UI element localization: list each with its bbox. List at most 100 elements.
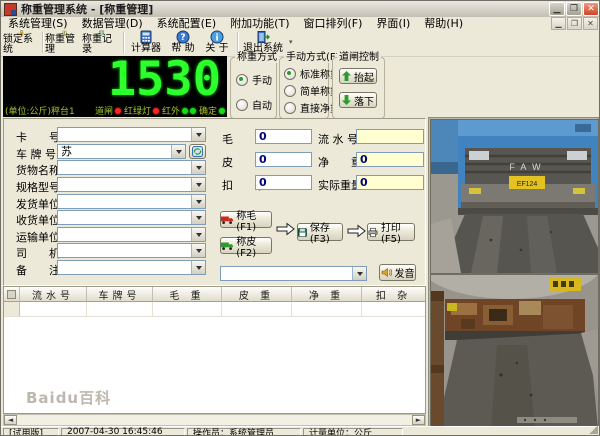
svg-text:?: ? (180, 33, 185, 43)
plate-lookup-button[interactable] (189, 144, 206, 159)
selector-icon (7, 289, 16, 299)
actual-weight-field: 0 (356, 175, 424, 190)
toolbar-overflow-icon[interactable]: ▾ (289, 38, 293, 46)
camera-view-rear (430, 274, 599, 430)
menu-data[interactable]: 数据管理(D) (75, 17, 150, 30)
remark-combobox[interactable] (57, 260, 206, 275)
weigh-tare-button[interactable]: 称皮(F2) (220, 237, 272, 259)
calculator-icon (140, 30, 152, 44)
status-edition: [试用版] (3, 428, 59, 435)
weigh-mode-group-title: 称重方式 (235, 52, 279, 63)
radio-simple-icon (284, 84, 296, 97)
col-serial-no[interactable]: 流水号 (20, 287, 87, 302)
status-unit: 计量单位：公斤 (303, 428, 403, 435)
horizontal-scrollbar[interactable]: ◄ ► (3, 414, 426, 426)
weigh-manage-button[interactable]: 称重管理 (45, 30, 83, 55)
print-button[interactable]: 打印(F5) (367, 223, 415, 245)
app-window: 称重管理系统 - [称重管理] ▁ ❐ ✕ 系统管理(S) 数据管理(D) 系统… (0, 0, 600, 436)
red-truck-icon (221, 216, 234, 224)
restore-button[interactable]: ❐ (566, 2, 582, 16)
col-gross[interactable]: 毛 重 (153, 287, 222, 302)
gross-weight-input[interactable]: 0 (255, 129, 312, 144)
shipper-combobox[interactable] (57, 194, 206, 209)
spec-model-label: 规格型号 (16, 181, 60, 194)
chevron-down-icon[interactable] (352, 267, 366, 280)
col-net[interactable]: 净 重 (292, 287, 362, 302)
minimize-button[interactable]: ▁ (549, 2, 565, 16)
lock-system-button[interactable]: 锁定系统 (3, 30, 40, 55)
transporter-combobox[interactable] (57, 227, 206, 242)
speak-button[interactable]: 发音 (379, 264, 416, 281)
status-operator: 操作员：系统管理员 (187, 428, 301, 435)
weigh-gross-button[interactable]: 称毛(F1) (220, 211, 272, 233)
mdi-minimize-button[interactable]: ▁ (551, 17, 566, 30)
weigh-form-panel: 卡 号 车 牌 号 苏 货物名称 规格型号 发货单位 收货单位 运输单位 司 机… (3, 118, 426, 286)
chevron-down-icon[interactable] (191, 261, 205, 274)
chevron-down-icon[interactable] (191, 211, 205, 224)
gate-lower-button[interactable]: 落下 (339, 92, 377, 108)
menu-addons[interactable]: 附加功能(T) (223, 17, 296, 30)
voice-text-combobox[interactable] (220, 266, 367, 281)
spec-model-combobox[interactable] (57, 177, 206, 192)
scroll-left-button[interactable]: ◄ (4, 415, 17, 425)
front-truck-photo: FAW EF124 (431, 120, 598, 273)
transporter-label: 运输单位 (16, 231, 60, 244)
plate-no-combobox[interactable]: 苏 (57, 144, 186, 159)
toolbar-separator (123, 32, 125, 53)
camera-panel: FAW EF124 (428, 117, 599, 430)
scroll-right-button[interactable]: ► (412, 415, 425, 425)
serial-no-field (356, 129, 424, 144)
menu-interface[interactable]: 界面(I) (369, 17, 417, 30)
radio-direct-icon (284, 101, 296, 114)
flow-arrow-icon (347, 224, 366, 238)
driver-combobox[interactable] (57, 243, 206, 258)
infrared-status-dot-2 (189, 107, 196, 114)
indicator-gate: 道闸 (95, 104, 121, 117)
col-tare[interactable]: 皮 重 (222, 287, 292, 302)
resize-grip[interactable] (589, 425, 598, 434)
deduction-input[interactable]: 0 (255, 175, 312, 190)
help-icon: ? (176, 30, 190, 44)
window-title: 称重管理系统 - [称重管理] (21, 3, 154, 16)
speaker-icon (381, 267, 392, 278)
radio-manual[interactable]: 手动 (236, 72, 272, 87)
col-plate-no[interactable]: 车牌号 (87, 287, 153, 302)
save-button[interactable]: 保存(F3) (297, 223, 343, 245)
receiver-combobox[interactable] (57, 210, 206, 225)
radio-manual-icon (236, 73, 248, 86)
chevron-down-icon[interactable] (191, 161, 205, 174)
chevron-down-icon[interactable] (191, 195, 205, 208)
mdi-restore-button[interactable]: ❐ (567, 17, 582, 30)
status-bar: [试用版] 2007-04-30 16:45:46 操作员：系统管理员 计量单位… (1, 426, 599, 435)
remark-label: 备 注 (16, 264, 60, 277)
led-unit-label: (单位:公斤)秤台1 (5, 107, 75, 117)
table-row[interactable] (4, 302, 425, 317)
close-button[interactable]: ✕ (583, 2, 599, 16)
col-deduction[interactable]: 扣 杂 (362, 287, 425, 302)
printer-icon (368, 227, 378, 237)
arrow-down-icon (342, 95, 351, 105)
menu-bar: 系统管理(S) 数据管理(D) 系统配置(E) 附加功能(T) 窗口排列(F) … (1, 17, 599, 30)
menu-config[interactable]: 系统配置(E) (150, 17, 224, 30)
card-no-combobox[interactable] (57, 127, 206, 142)
menu-help[interactable]: 帮助(H) (417, 17, 470, 30)
cargo-name-combobox[interactable] (57, 160, 206, 175)
chevron-down-icon[interactable] (191, 228, 205, 241)
radio-standard-icon (284, 67, 296, 80)
exit-icon (257, 31, 270, 43)
led-status-strip: (单位:公斤)秤台1 道闸 红绿灯 红外 确定 (3, 104, 227, 117)
chevron-down-icon[interactable] (191, 244, 205, 257)
gate-raise-button[interactable]: 抬起 (339, 68, 377, 84)
toolbar-separator (42, 32, 44, 53)
chevron-down-icon[interactable] (191, 178, 205, 191)
plate-no-label: 车 牌 号 (16, 148, 56, 161)
tare-weight-input[interactable]: 0 (255, 152, 312, 167)
gate-control-group: 道闸控制 抬起 落下 (332, 52, 385, 119)
chevron-down-icon[interactable] (171, 145, 185, 158)
mdi-close-button[interactable]: ✕ (583, 17, 598, 30)
chevron-down-icon[interactable] (191, 128, 205, 141)
menu-system[interactable]: 系统管理(S) (1, 17, 75, 30)
radio-auto[interactable]: 自动 (236, 97, 272, 112)
camera-view-front: FAW EF124 (430, 119, 599, 274)
menu-windows[interactable]: 窗口排列(F) (297, 17, 370, 30)
